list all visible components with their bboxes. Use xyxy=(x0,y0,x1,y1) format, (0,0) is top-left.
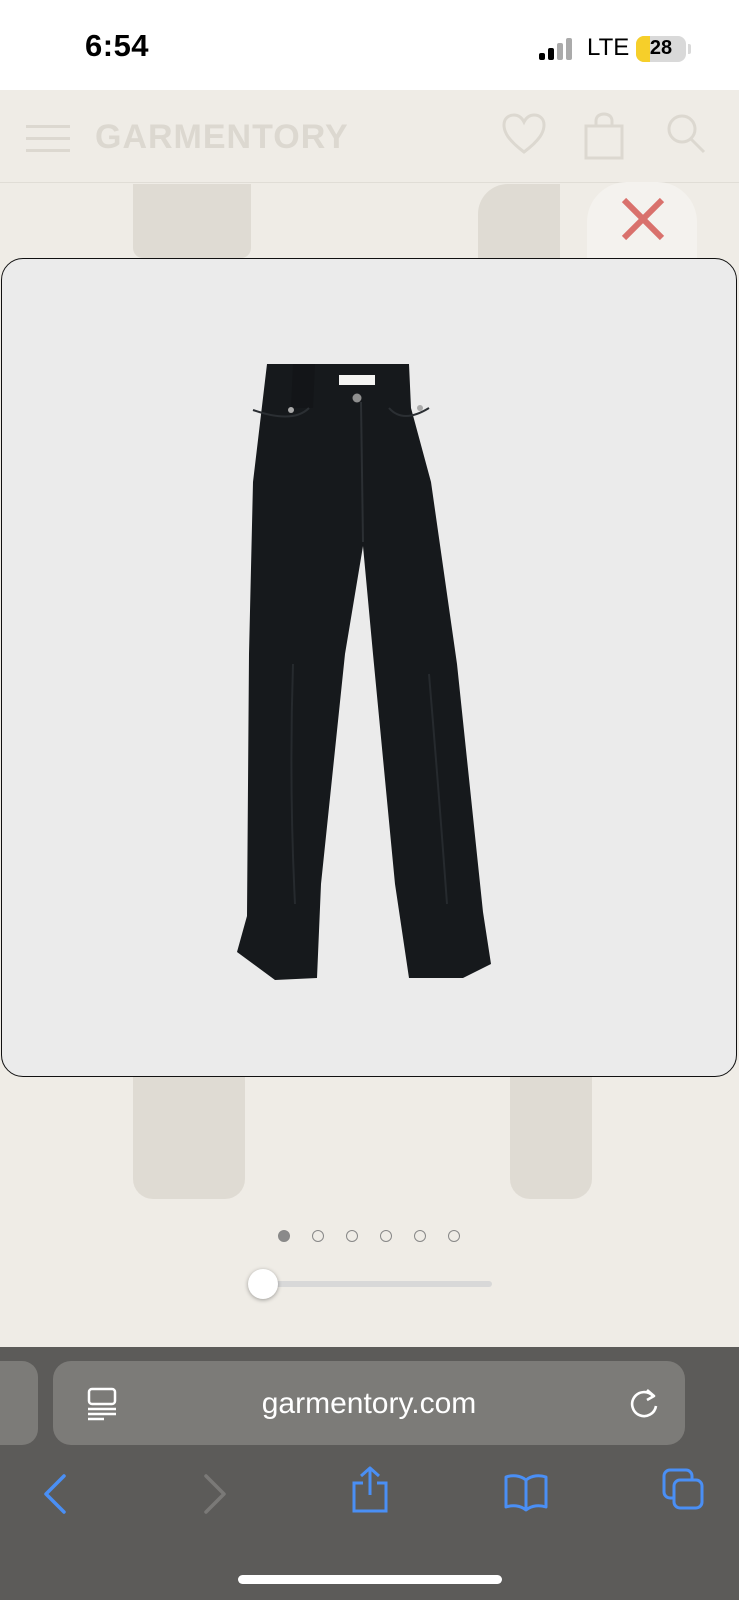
share-icon[interactable] xyxy=(350,1465,390,1515)
search-icon[interactable] xyxy=(665,112,707,156)
status-time: 6:54 xyxy=(85,28,150,63)
battery-icon: 28 xyxy=(636,36,686,62)
reload-icon[interactable] xyxy=(627,1387,661,1421)
heart-icon[interactable] xyxy=(500,112,548,156)
url-text: garmentory.com xyxy=(261,1387,477,1420)
zoom-slider-thumb[interactable] xyxy=(248,1269,278,1299)
zoom-slider-track[interactable] xyxy=(262,1281,492,1287)
battery-tip xyxy=(688,44,691,54)
background-model-figure xyxy=(478,184,560,258)
address-bar[interactable]: garmentory.com xyxy=(53,1361,685,1445)
close-icon xyxy=(621,197,665,241)
forward-icon[interactable] xyxy=(200,1472,230,1516)
battery-level: 28 xyxy=(649,37,673,59)
menu-icon[interactable] xyxy=(26,125,70,153)
image-pagination xyxy=(0,1228,739,1248)
browser-bottom-bar: garmentory.com xyxy=(0,1347,739,1600)
page-dot[interactable] xyxy=(448,1230,460,1242)
product-image-viewer[interactable] xyxy=(1,258,737,1077)
status-bar: 6:54 LTE 28 xyxy=(0,0,739,90)
signal-icon xyxy=(539,38,579,60)
previous-tab-preview[interactable] xyxy=(0,1361,38,1445)
background-model-figure xyxy=(510,1077,592,1199)
close-button[interactable] xyxy=(587,182,697,262)
tabs-icon[interactable] xyxy=(661,1467,705,1511)
bag-icon[interactable] xyxy=(583,112,625,160)
site-header: GARMENTORY xyxy=(0,90,739,183)
page-dot[interactable] xyxy=(312,1230,324,1242)
back-icon[interactable] xyxy=(40,1472,70,1516)
home-indicator xyxy=(238,1575,502,1584)
page-dot[interactable] xyxy=(346,1230,358,1242)
page-dot[interactable] xyxy=(414,1230,426,1242)
background-model-figure xyxy=(133,184,251,258)
site-logo[interactable]: GARMENTORY xyxy=(95,118,349,157)
bookmarks-icon[interactable] xyxy=(503,1472,549,1512)
background-model-figure xyxy=(133,1077,245,1199)
network-type: LTE xyxy=(587,34,630,61)
page-dot[interactable] xyxy=(380,1230,392,1242)
product-image-black-jeans xyxy=(237,364,491,980)
page-dot[interactable] xyxy=(278,1230,290,1242)
